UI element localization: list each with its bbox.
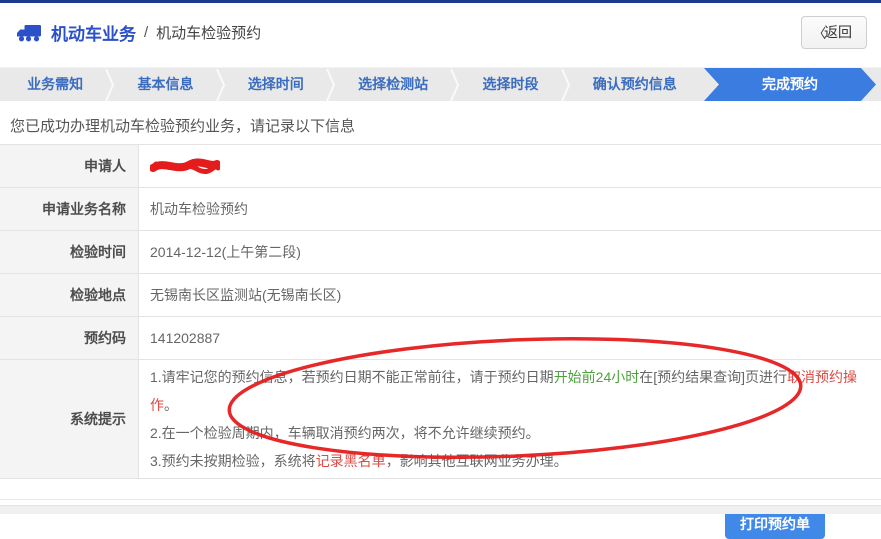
step-confirm-info: 确认预约信息: [566, 68, 704, 101]
row-value: [139, 145, 881, 187]
breadcrumb: 机动车业务 / 机动车检验预约: [16, 20, 261, 45]
step-select-station: 选择检测站: [331, 68, 460, 102]
table-row-inspection-place: 检验地点 无锡南长区监测站(无锡南长区): [0, 274, 881, 317]
step-label: 完成预约: [761, 76, 818, 92]
step-business-notice: 业务需知: [0, 68, 115, 102]
back-button-label: 返回: [824, 24, 852, 40]
tip-line-2: 2.在一个检验周期内，车辆取消预约两次，将不允许继续预约。: [150, 425, 540, 441]
table-row-applicant: 申请人: [0, 145, 881, 188]
tip-line-1: 1.请牢记您的预约信息，若预约日期不能正常前往，请于预约日期开始前24小时在[预…: [150, 369, 858, 413]
row-value: 2014-12-12(上午第二段): [150, 244, 301, 260]
table-row-inspection-time: 检验时间 2014-12-12(上午第二段): [0, 231, 881, 274]
step-select-period: 选择时段: [455, 68, 570, 102]
tip-line-3: 3.预约未按期检验，系统将记录黑名单，影响其他互联网业务办理。: [150, 453, 568, 469]
redaction-scribble: [150, 157, 220, 174]
row-label: 系统提示: [0, 360, 139, 478]
table-row-system-tips: 系统提示 1.请牢记您的预约信息，若预约日期不能正常前往，请于预约日期开始前24…: [0, 360, 881, 478]
row-value: 无锡南长区监测站(无锡南长区): [150, 287, 342, 303]
step-label: 选择检测站: [358, 76, 429, 92]
success-message: 您已成功办理机动车检验预约业务，请记录以下信息: [10, 118, 356, 135]
row-value: 1.请牢记您的预约信息，若预约日期不能正常前往，请于预约日期开始前24小时在[预…: [139, 360, 881, 478]
step-complete-active: 完成预约: [704, 68, 876, 101]
footer-strip: [0, 505, 881, 514]
page: 机动车业务 / 机动车检验预约 〈 返回 业务需知 基本信息 选择时间 选择检测…: [0, 0, 881, 539]
step-label: 确认预约信息: [592, 76, 677, 92]
row-label: 检验时间: [0, 231, 139, 273]
step-label: 基本信息: [137, 76, 194, 92]
table-row-booking-code: 预约码 141202887: [0, 317, 881, 360]
row-value: 机动车检验预约: [150, 201, 248, 217]
row-label: 申请人: [0, 145, 139, 187]
breadcrumb-separator: /: [144, 24, 149, 41]
step-bar: 业务需知 基本信息 选择时间 选择检测站 选择时段 确认预约信息 完成预约: [0, 67, 881, 102]
header: 机动车业务 / 机动车检验预约 〈 返回: [0, 3, 881, 62]
row-label: 检验地点: [0, 274, 139, 316]
step-label: 业务需知: [27, 76, 84, 92]
table-row-business-name: 申请业务名称 机动车检验预约: [0, 188, 881, 231]
row-label: 申请业务名称: [0, 188, 139, 230]
row-value: 141202887: [150, 330, 221, 346]
page-title: 机动车业务: [51, 25, 136, 44]
info-table: 申请人 申请业务名称 机动车检验预约 检验时间 2014-12-12(上午第二段…: [0, 144, 881, 479]
step-label: 选择时间: [247, 76, 304, 92]
back-button[interactable]: 〈 返回: [800, 16, 867, 49]
breadcrumb-current: 机动车检验预约: [156, 25, 262, 42]
step-basic-info: 基本信息: [110, 68, 225, 102]
step-label: 选择时段: [482, 76, 539, 92]
step-select-time: 选择时间: [221, 68, 336, 102]
row-label: 预约码: [0, 317, 139, 359]
truck-icon: [16, 23, 42, 43]
